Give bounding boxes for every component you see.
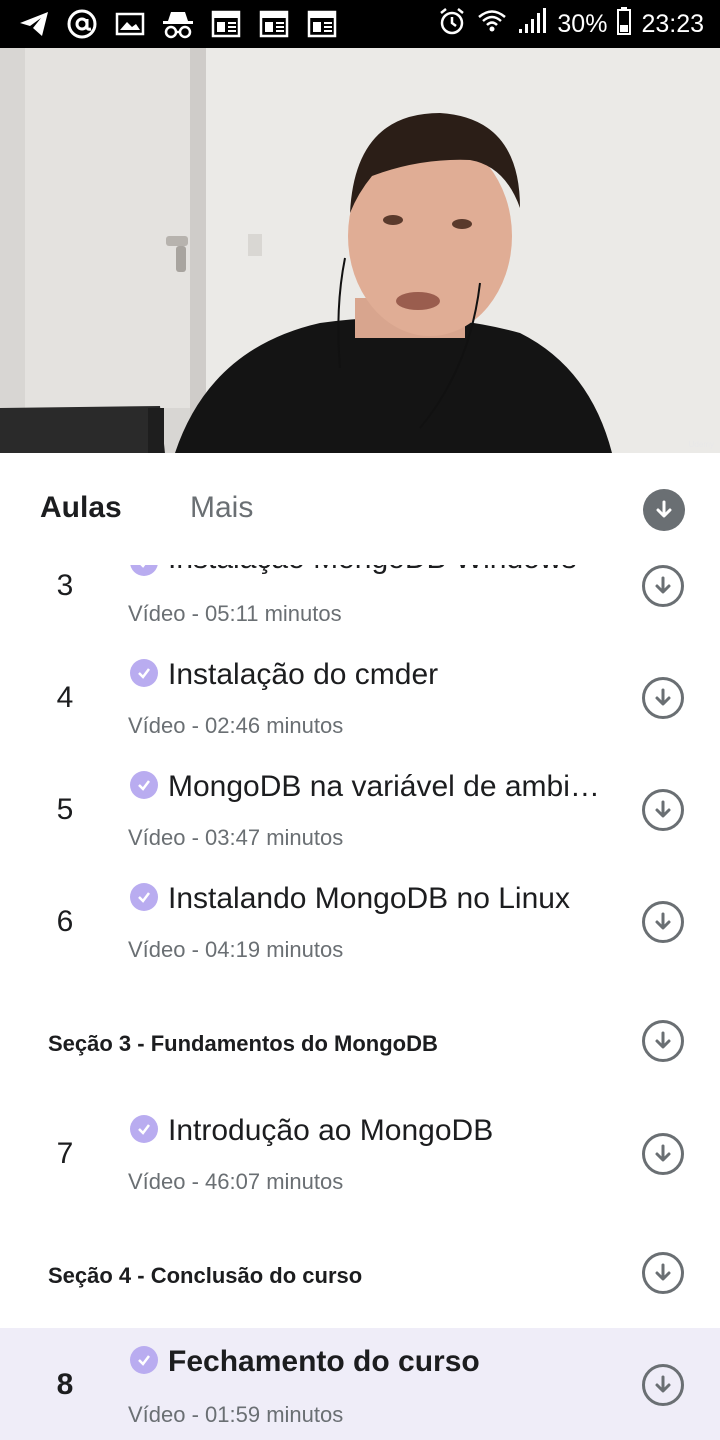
section-title: Seção 3 - Fundamentos do MongoDB [48, 1031, 438, 1056]
download-button[interactable] [642, 1364, 684, 1406]
lesson-title: Introdução ao MongoDB [168, 1114, 494, 1147]
news-icon [256, 8, 292, 40]
download-button[interactable] [642, 901, 684, 943]
download-button[interactable] [642, 677, 684, 719]
lesson-number: 8 [56, 1368, 74, 1401]
tab-bar: Aulas Mais [0, 453, 720, 565]
lesson-number: 5 [56, 793, 74, 826]
clock: 23:23 [641, 10, 704, 38]
download-button[interactable] [642, 1133, 684, 1175]
lesson-meta: Vídeo - 01:59 minutos [128, 1402, 344, 1427]
section-header[interactable]: Seção 4 - Conclusão do curso [0, 1233, 720, 1313]
telegram-icon [16, 8, 52, 40]
download-icon [655, 1375, 671, 1393]
download-icon [655, 912, 671, 930]
completed-check-icon [130, 771, 158, 799]
download-all-button[interactable] [643, 489, 685, 531]
battery-icon [617, 7, 632, 42]
lesson-meta: Vídeo - 46:07 minutos [128, 1169, 344, 1194]
image-icon [112, 8, 148, 40]
download-icon [655, 576, 671, 594]
lesson-meta: Vídeo - 03:47 minutos [128, 825, 344, 850]
completed-check-icon [130, 883, 158, 911]
download-icon [655, 1031, 671, 1049]
download-icon [655, 688, 671, 706]
section-title: Seção 4 - Conclusão do curso [48, 1263, 363, 1288]
notification-icons [16, 8, 340, 40]
download-icon [656, 500, 672, 518]
completed-check-icon [130, 1346, 158, 1374]
lesson-row-active[interactable]: 8 Fechamento do curso Vídeo - 01:59 minu… [0, 1328, 720, 1440]
battery-percent: 30% [557, 10, 608, 38]
news-icon [304, 8, 340, 40]
download-button[interactable] [642, 565, 684, 607]
download-icon [655, 800, 671, 818]
at-icon [64, 8, 100, 40]
status-bar: 30% 23:23 [0, 0, 720, 48]
alarm-icon [437, 6, 467, 43]
lesson-row[interactable]: 4 Instalação do cmder Vídeo - 02:46 minu… [0, 643, 720, 755]
download-icon [655, 1144, 671, 1162]
wifi-icon [477, 6, 507, 43]
lesson-number: 6 [56, 905, 74, 938]
lesson-meta: Vídeo - 04:19 minutos [128, 937, 344, 962]
lesson-row[interactable]: 7 Introdução ao MongoDB Vídeo - 46:07 mi… [0, 1099, 720, 1211]
section-download-button[interactable] [642, 1020, 684, 1062]
lesson-row[interactable]: 6 Instalando MongoDB no Linux Vídeo - 04… [0, 867, 720, 979]
lesson-meta: Vídeo - 05:11 minutos [128, 601, 342, 626]
download-button[interactable] [642, 789, 684, 831]
video-watermark: Udemy [688, 440, 714, 449]
lesson-row[interactable]: 5 MongoDB na variável de ambiente Vídeo … [0, 755, 720, 867]
completed-check-icon [130, 659, 158, 687]
lesson-row-3-lower[interactable]: 3 Vídeo - 05:11 minutos [0, 565, 720, 635]
lesson-number: 4 [56, 681, 74, 714]
lesson-title: Instalação do cmder [168, 658, 439, 691]
lesson-number: 3 [56, 569, 74, 602]
lesson-meta: Vídeo - 02:46 minutos [128, 713, 344, 738]
lesson-list: Instalação MongoDB Windows 3 Vídeo - 05:… [0, 565, 720, 1440]
signal-icon [517, 7, 547, 42]
news-icon [208, 8, 244, 40]
video-player[interactable]: Udemy [0, 48, 720, 453]
system-indicators: 30% 23:23 [437, 6, 704, 43]
lesson-title: Fechamento do curso [168, 1345, 480, 1378]
tab-aulas[interactable]: Aulas [40, 491, 122, 525]
incognito-icon [160, 8, 196, 40]
download-icon [655, 1263, 671, 1281]
tab-mais[interactable]: Mais [190, 491, 253, 525]
section-download-button[interactable] [642, 1252, 684, 1294]
lesson-number: 7 [56, 1137, 74, 1170]
completed-check-icon [130, 1115, 158, 1143]
section-header[interactable]: Seção 3 - Fundamentos do MongoDB [0, 1001, 720, 1081]
lesson-title: Instalando MongoDB no Linux [168, 882, 570, 915]
lesson-title: MongoDB na variável de ambiente [168, 770, 608, 803]
video-frame [0, 48, 720, 453]
